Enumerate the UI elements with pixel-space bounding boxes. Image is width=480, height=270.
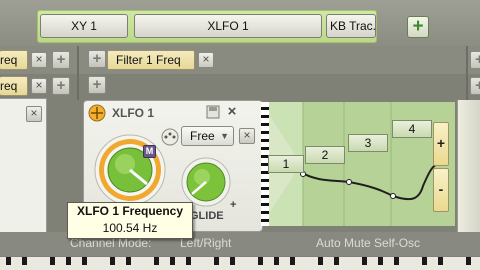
tab-xlfo-1[interactable]: XLFO 1 (134, 14, 322, 38)
free-mode-select[interactable]: Free ▼ (181, 126, 234, 146)
close-icon[interactable]: × (198, 52, 214, 68)
close-icon[interactable]: × (239, 128, 255, 144)
stage-1[interactable]: 1 (268, 155, 304, 173)
chevron-down-icon: ▼ (220, 131, 229, 141)
add-stage-button[interactable]: + (433, 122, 449, 166)
divider (77, 46, 79, 100)
keyboard-keys (6, 257, 471, 265)
close-icon[interactable]: × (26, 106, 42, 122)
stage-2[interactable]: 2 (305, 146, 345, 164)
modulation-target-row (0, 46, 480, 74)
add-target-button-3[interactable]: + (470, 51, 480, 69)
tooltip-value: 100.54 Hz (102, 221, 158, 235)
frequency-tooltip: XLFO 1 Frequency 100.54 Hz (67, 202, 193, 239)
filter-1-freq-chip[interactable]: Filter 1 Freq (107, 50, 195, 70)
glide-label: GLIDE (190, 210, 224, 222)
target-chip-partial[interactable]: req (0, 50, 28, 70)
xlfo-power-icon[interactable] (88, 104, 106, 122)
save-icon[interactable] (206, 105, 220, 119)
add-modulator-button[interactable]: + (407, 16, 429, 38)
glide-knob[interactable] (180, 156, 232, 208)
right-panel-edge (457, 100, 480, 232)
add-target-button-5[interactable]: + (88, 76, 106, 94)
add-target-button-6[interactable]: + (470, 77, 480, 95)
target-chip-partial-2[interactable]: req (0, 76, 28, 96)
close-icon[interactable]: × (224, 104, 240, 121)
stage-3[interactable]: 3 (348, 134, 388, 152)
close-icon[interactable]: × (31, 78, 47, 94)
tab-kb-track[interactable]: KB Trac... (326, 14, 376, 38)
glide-plus-marker: + (230, 199, 237, 211)
mod-badge[interactable]: M (143, 145, 156, 158)
frequency-knob[interactable] (92, 132, 168, 208)
auto-mute-label[interactable]: Auto Mute Self-Osc (316, 236, 420, 250)
add-target-button-4[interactable]: + (52, 77, 70, 95)
add-target-button[interactable]: + (52, 51, 70, 69)
divider (466, 46, 468, 100)
sync-icon[interactable] (161, 128, 179, 146)
tab-xy-1[interactable]: XY 1 (40, 14, 128, 38)
stage-4[interactable]: 4 (392, 120, 432, 138)
tooltip-title: XLFO 1 Frequency (76, 204, 184, 218)
add-target-button-2[interactable]: + (88, 50, 106, 68)
xlfo-title: XLFO 1 (112, 106, 155, 120)
close-icon[interactable]: × (31, 52, 47, 68)
remove-stage-button[interactable]: - (433, 168, 449, 212)
free-mode-value: Free (190, 129, 215, 143)
